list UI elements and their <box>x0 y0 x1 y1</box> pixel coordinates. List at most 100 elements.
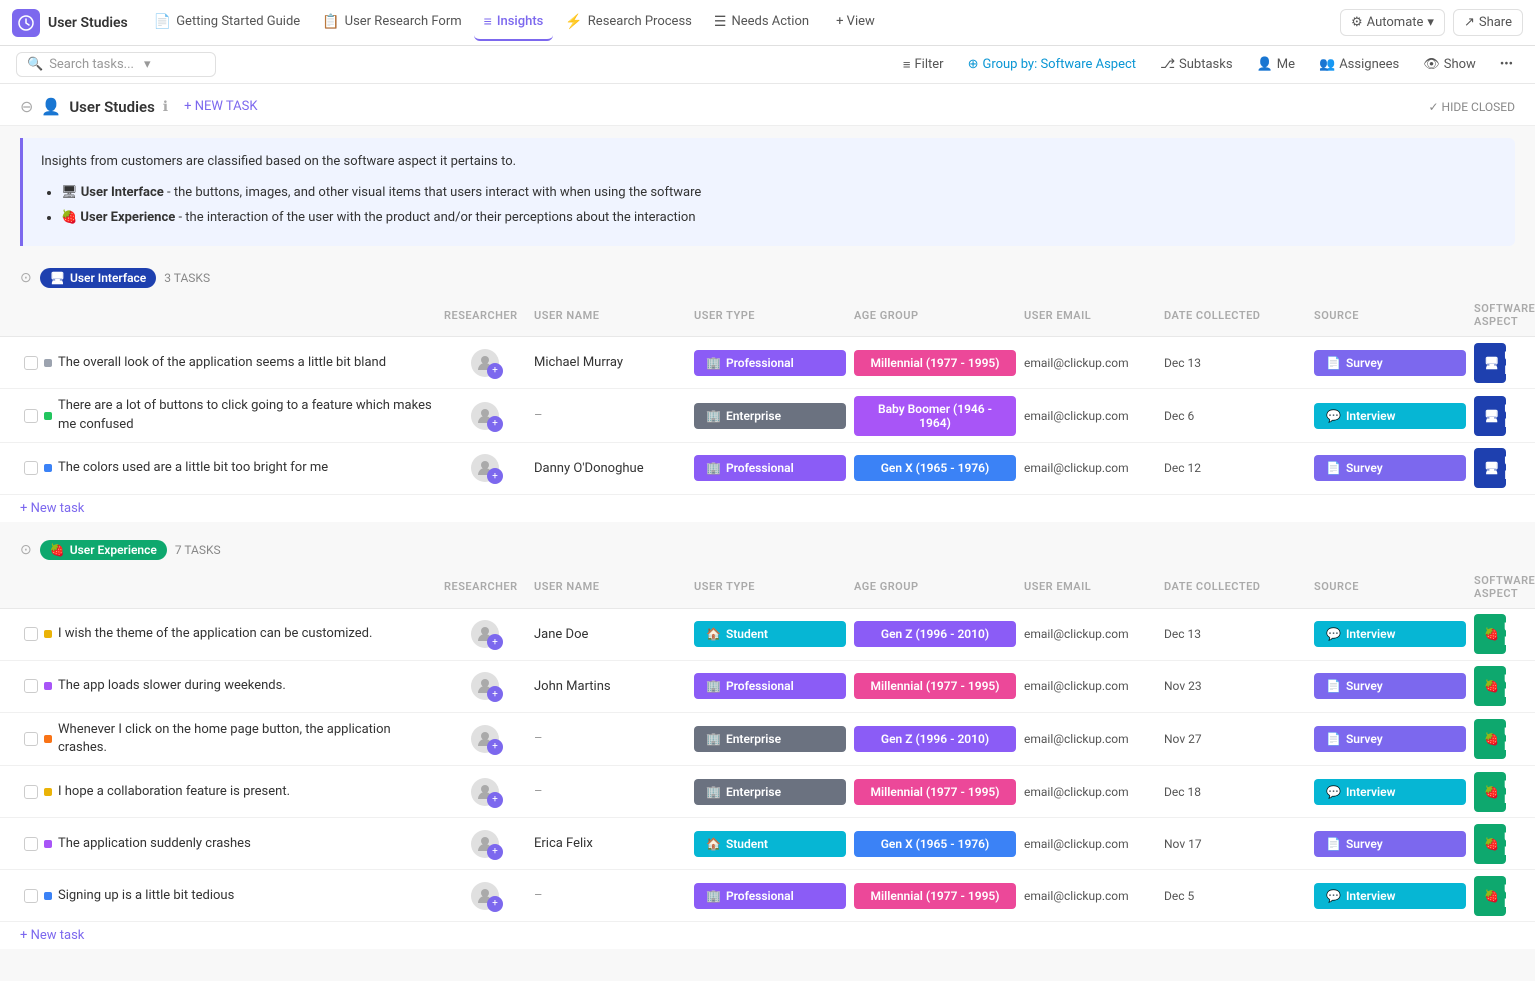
info-button[interactable]: ℹ <box>163 99 168 115</box>
hide-closed-button[interactable]: ✓ HIDE CLOSED <box>1429 100 1516 114</box>
user-type-cell: 🏢 Enterprise <box>690 775 850 809</box>
assignees-button[interactable]: 👥 Assignees <box>1313 53 1405 76</box>
automate-button[interactable]: ⚙ Automate ▾ <box>1340 9 1445 36</box>
task-checkbox[interactable] <box>24 409 38 423</box>
user-type-label: Student <box>726 627 768 641</box>
user-type-cell: 🏢 Professional <box>690 879 850 913</box>
tab-needs-action[interactable]: ☰Needs Action <box>704 5 819 41</box>
page-header: ⊖ 👤 User Studies ℹ + NEW TASK ✓ HIDE CLO… <box>0 84 1535 126</box>
avatar-plus[interactable]: + <box>487 844 503 860</box>
show-button[interactable]: 👁 Show <box>1417 53 1482 76</box>
avatar-plus[interactable]: + <box>487 416 503 432</box>
task-checkbox[interactable] <box>24 732 38 746</box>
me-button[interactable]: 👤 Me <box>1251 53 1301 76</box>
username-cell: – <box>530 884 690 907</box>
user-type-icon: 🏢 <box>706 785 721 799</box>
username-cell: Michael Murray <box>530 351 690 374</box>
collapse-button[interactable]: ⊖ <box>20 97 33 116</box>
description-text: Insights from customers are classified b… <box>41 154 516 169</box>
user-type-label: Enterprise <box>726 785 781 799</box>
group-collapse-ui[interactable]: ⊙ <box>20 270 32 286</box>
group-by-button[interactable]: ⊕ Group by: Software Aspect <box>962 53 1143 76</box>
age-group-cell: Baby Boomer (1946 - 1964) <box>850 392 1020 440</box>
task-cell: I wish the theme of the application can … <box>20 617 440 651</box>
automate-label: Automate <box>1367 15 1424 30</box>
avatar: + <box>471 402 499 430</box>
user-type-cell: 🏢 Professional <box>690 669 850 703</box>
task-priority <box>44 788 52 796</box>
user-type-icon: 🏢 <box>706 356 721 370</box>
username: John Martins <box>534 679 611 694</box>
search-box[interactable]: 🔍 Search tasks... ▾ <box>16 52 216 77</box>
col-header-user-email: USER EMAIL <box>1020 570 1160 604</box>
main-content: ⊖ 👤 User Studies ℹ + NEW TASK ✓ HIDE CLO… <box>0 84 1535 981</box>
show-label: Show <box>1444 57 1476 72</box>
avatar-plus[interactable]: + <box>487 792 503 808</box>
age-group-badge: Millennial (1977 - 1995) <box>854 883 1016 909</box>
aspect-cell: 🍓 User Experience <box>1470 872 1510 920</box>
avatar: + <box>471 725 499 753</box>
avatar-plus[interactable]: + <box>487 363 503 379</box>
researcher-cell: + <box>440 454 530 482</box>
tab-research-process[interactable]: ⚡Research Process <box>555 5 702 41</box>
col-header-date-collected: DATE COLLECTED <box>1160 298 1310 332</box>
source-icon: 📄 <box>1326 679 1341 693</box>
source-icon: 📄 <box>1326 732 1341 746</box>
tab-view[interactable]: + View <box>821 5 885 41</box>
new-task-row-ui[interactable]: + New task <box>0 495 1535 522</box>
age-group-cell: Gen Z (1996 - 2010) <box>850 722 1020 756</box>
task-checkbox[interactable] <box>24 889 38 903</box>
task-row: Signing up is a little bit tedious + – 🏢… <box>0 870 1535 922</box>
aspect-icon: 🍓 <box>1484 837 1499 851</box>
age-group-cell: Gen Z (1996 - 2010) <box>850 617 1020 651</box>
user-type-badge: 🏢 Enterprise <box>694 403 846 429</box>
assignees-icon: 👥 <box>1319 57 1335 72</box>
col-header-age-group: AGE GROUP <box>850 570 1020 604</box>
app-logo[interactable] <box>12 9 40 37</box>
avatar-plus[interactable]: + <box>487 686 503 702</box>
task-checkbox[interactable] <box>24 785 38 799</box>
new-task-row-ux[interactable]: + New task <box>0 922 1535 949</box>
col-header-source: SOURCE <box>1310 570 1470 604</box>
aspect-badge: 🖥 User Interface <box>1474 448 1506 488</box>
avatar-plus[interactable]: + <box>487 634 503 650</box>
avatar-plus[interactable]: + <box>487 468 503 484</box>
col-header-task <box>20 570 440 604</box>
source-label: Survey <box>1346 732 1383 746</box>
new-task-button[interactable]: + NEW TASK <box>176 96 265 117</box>
group-label-text: User Experience <box>70 543 157 557</box>
task-checkbox[interactable] <box>24 627 38 641</box>
source-icon: 💬 <box>1326 627 1341 641</box>
date-cell: Dec 12 <box>1160 457 1310 479</box>
source-label: Survey <box>1346 461 1383 475</box>
user-type-label: Enterprise <box>726 732 781 746</box>
user-type-cell: 🏢 Professional <box>690 451 850 485</box>
subtasks-button[interactable]: ⎇ Subtasks <box>1154 53 1239 76</box>
user-type-label: Enterprise <box>726 409 781 423</box>
avatar-plus[interactable]: + <box>487 896 503 912</box>
username: Danny O'Donoghue <box>534 461 644 476</box>
task-text: I wish the theme of the application can … <box>58 625 372 643</box>
user-type-icon: 🏢 <box>706 461 721 475</box>
task-row: I hope a collaboration feature is presen… <box>0 766 1535 818</box>
source-label: Survey <box>1346 679 1383 693</box>
email-cell: email@clickup.com <box>1020 675 1160 697</box>
group-label-ux: 🍓 User Experience <box>40 540 167 560</box>
tab-user-research-form[interactable]: 📋User Research Form <box>312 5 471 41</box>
task-checkbox[interactable] <box>24 837 38 851</box>
tab-insights[interactable]: ≡Insights <box>474 5 554 41</box>
task-checkbox[interactable] <box>24 679 38 693</box>
avatar-plus[interactable]: + <box>487 739 503 755</box>
tab-label: Getting Started Guide <box>176 14 300 29</box>
group-collapse-ux[interactable]: ⊙ <box>20 542 32 558</box>
tab-icon: 📋 <box>322 14 339 30</box>
filter-button[interactable]: ≡ Filter <box>897 53 950 77</box>
tab-getting-started[interactable]: 📄Getting Started Guide <box>144 5 310 41</box>
researcher-cell: + <box>440 725 530 753</box>
share-button[interactable]: ↗ Share <box>1453 9 1523 36</box>
more-options-button[interactable]: ••• <box>1494 53 1519 76</box>
task-checkbox[interactable] <box>24 461 38 475</box>
email-cell: email@clickup.com <box>1020 623 1160 645</box>
task-checkbox[interactable] <box>24 356 38 370</box>
avatar: + <box>471 454 499 482</box>
